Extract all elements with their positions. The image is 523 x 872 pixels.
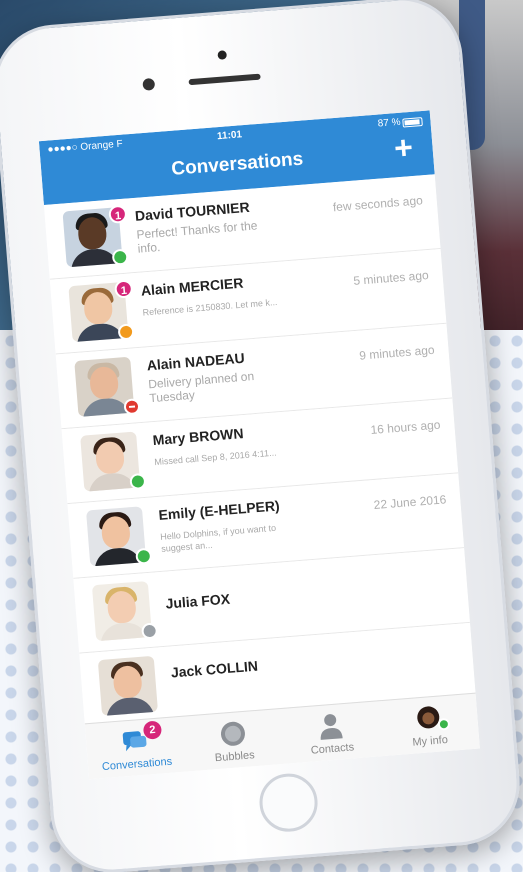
tab-label: Bubbles xyxy=(214,749,256,765)
camera xyxy=(142,77,156,91)
timestamp: 16 hours ago xyxy=(369,417,441,438)
contact-name: Emily (E-HELPER) xyxy=(157,497,281,523)
presence-offline-icon xyxy=(141,622,159,640)
presence-busy-icon xyxy=(123,398,141,416)
conversation-list: 1 David TOURNIER Perfect! Thanks for the… xyxy=(43,174,476,724)
presence-online-icon xyxy=(111,248,129,266)
timestamp: few seconds ago xyxy=(332,193,424,215)
tab-unread-badge: 2 xyxy=(142,720,163,740)
message-preview: Reference is 2150830. Let me k... xyxy=(142,296,278,318)
message-preview: Missed call Sep 8, 2016 4:11... xyxy=(154,447,277,468)
presence-online-icon xyxy=(437,717,451,731)
avatar xyxy=(97,655,159,716)
person-icon xyxy=(320,714,343,740)
home-button[interactable] xyxy=(257,771,320,834)
presence-away-icon xyxy=(117,323,135,341)
unread-badge: 1 xyxy=(108,204,128,224)
message-preview: Perfect! Thanks for the info. xyxy=(135,218,258,256)
message-preview: Delivery planned on Tuesday xyxy=(147,369,255,406)
bubble-icon xyxy=(220,721,245,746)
timestamp: 9 minutes ago xyxy=(358,342,436,363)
phone-device: ●●●●○ Orange F 11:01 87 % Conversations … xyxy=(0,0,523,872)
presence-online-icon xyxy=(129,472,147,491)
contact-name: Mary BROWN xyxy=(152,425,245,449)
carrier-label: ●●●●○ Orange F xyxy=(47,138,124,156)
contact-name: Julia FOX xyxy=(164,590,231,612)
app-screen: ●●●●○ Orange F 11:01 87 % Conversations … xyxy=(38,110,480,780)
tab-label: My info xyxy=(412,733,449,749)
battery-icon xyxy=(402,117,423,128)
tab-label: Contacts xyxy=(310,741,355,757)
new-conversation-button[interactable]: + xyxy=(387,129,419,166)
battery-percent: 87 % xyxy=(377,116,401,130)
timestamp: 5 minutes ago xyxy=(352,268,430,288)
earpiece-speaker xyxy=(188,73,261,86)
sensor xyxy=(217,50,228,60)
tab-bubbles[interactable]: Bubbles xyxy=(182,709,284,773)
tab-contacts[interactable]: Contacts xyxy=(280,701,382,765)
tab-label: Conversations xyxy=(101,755,173,774)
unread-badge: 1 xyxy=(114,279,134,299)
clock: 11:01 xyxy=(216,129,243,143)
tab-conversations[interactable]: 2 Conversations xyxy=(85,717,187,780)
presence-online-icon xyxy=(135,547,153,565)
phone-body: ●●●●○ Orange F 11:01 87 % Conversations … xyxy=(0,0,523,872)
contact-name: Jack COLLIN xyxy=(170,657,259,681)
message-preview: Hello Dolphins, if you want to suggest a… xyxy=(159,522,277,554)
timestamp: 22 June 2016 xyxy=(373,492,447,513)
contact-name: Alain MERCIER xyxy=(140,274,244,299)
tab-my-info[interactable]: My info xyxy=(378,694,480,758)
